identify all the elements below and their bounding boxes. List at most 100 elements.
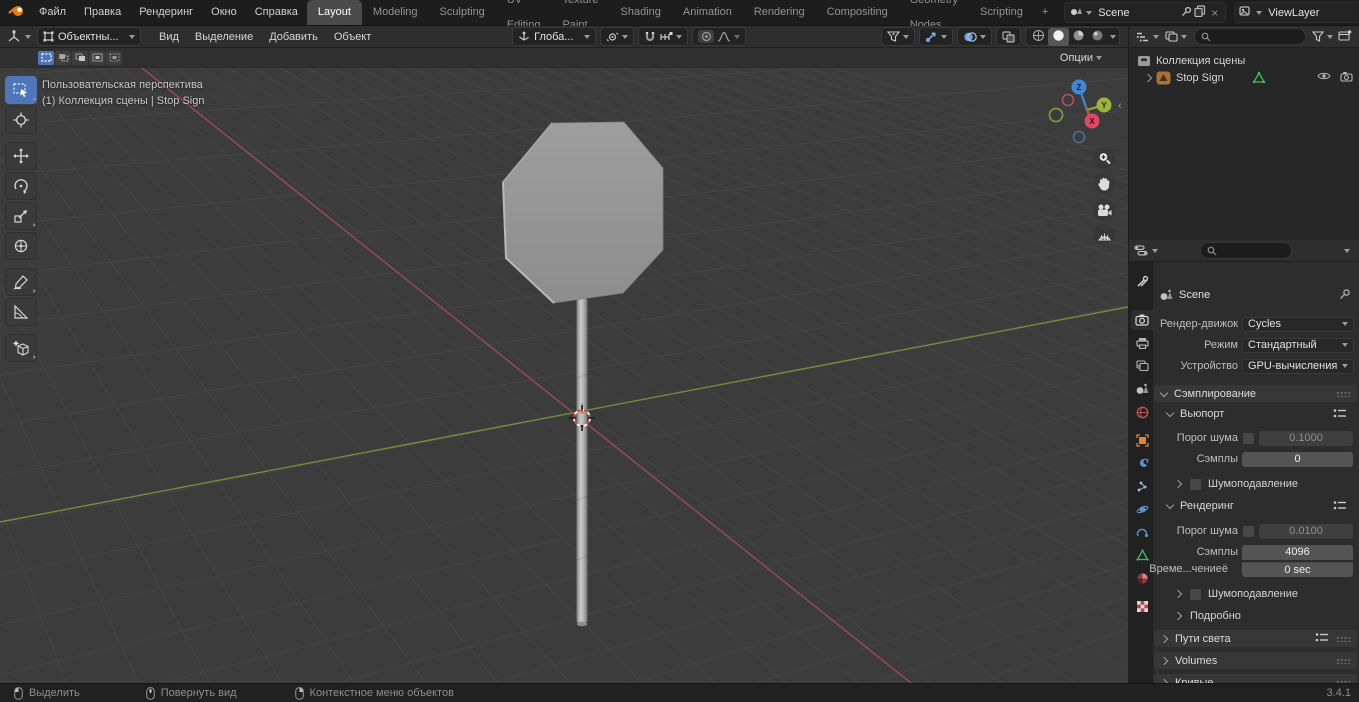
xray-toggle[interactable] [995,27,1021,46]
tab-animation[interactable]: Animation [672,0,743,25]
tab-constraints[interactable] [1131,522,1153,542]
gizmo-neg-z[interactable] [1072,130,1086,144]
advanced-row[interactable]: Подробно [1153,608,1357,624]
tool-move[interactable] [5,142,37,170]
render-preset-icon[interactable] [1333,500,1347,514]
shading-rendered-icon[interactable] [1088,28,1107,46]
display-mode-dropdown[interactable] [1133,31,1162,43]
light-paths-panel-header[interactable]: Пути света [1154,630,1357,647]
editor-type-caret[interactable] [25,34,31,39]
filter-images-dropdown[interactable] [1162,31,1190,42]
menu-help[interactable]: Справка [246,0,307,25]
transform-orientation-selector[interactable]: Глоба... [512,27,597,46]
shading-dropdown-caret[interactable] [1109,34,1116,39]
options-dropdown[interactable]: Опции [1060,52,1102,64]
sidebar-toggle[interactable]: ‹ [1118,100,1122,112]
properties-editor-type-dropdown[interactable] [1134,244,1158,257]
tab-compositing[interactable]: Compositing [816,0,899,25]
sampling-panel-header[interactable]: Сэмплирование [1154,385,1357,402]
tool-select-box[interactable] [5,76,37,104]
render-subpanel-header[interactable]: Рендеринг [1165,500,1234,512]
gizmo-y-axis[interactable]: Y [1096,97,1112,113]
light-paths-preset-icon[interactable] [1315,632,1329,646]
tab-scripting[interactable]: Scripting [969,0,1034,25]
proportional-editing-control[interactable] [692,27,747,46]
viewlayer-name[interactable]: ViewLayer [1262,7,1359,19]
render-samples-value[interactable]: 4096 [1242,544,1353,560]
tool-add-cube[interactable] [5,334,37,362]
viewport-subpanel-header[interactable]: Вьюпорт [1165,408,1224,420]
tool-transform[interactable] [5,232,37,260]
gizmo-neg-x[interactable] [1061,93,1075,107]
device-select[interactable]: GPU-вычисления [1242,358,1354,374]
tab-shading[interactable]: Shading [610,0,672,25]
menu-add[interactable]: Добавить [261,31,326,43]
gizmo-neg-y[interactable] [1048,107,1064,123]
new-scene-icon[interactable] [1194,5,1206,20]
outliner-search-input[interactable] [1194,28,1306,45]
volumes-panel-header[interactable]: Volumes [1154,652,1357,669]
tab-modifiers[interactable] [1131,453,1153,473]
menu-window[interactable]: Окно [202,0,246,25]
mode-selector[interactable]: Объектны... [37,27,141,46]
perspective-toggle-icon[interactable] [1093,223,1115,245]
tab-physics[interactable] [1131,499,1153,519]
viewport-denoise-row[interactable]: Шумоподавление [1153,476,1357,492]
scene-name[interactable]: Scene [1092,7,1181,19]
navigation-gizmo[interactable]: Z Y X [1047,70,1127,150]
object-row[interactable]: Stop Sign [1129,69,1359,86]
tab-rendering[interactable]: Rendering [743,0,816,25]
zoom-view-icon[interactable] [1093,147,1115,169]
tool-annotate[interactable] [5,268,37,296]
tab-render[interactable] [1131,310,1153,330]
editor-type-icon[interactable] [7,29,22,45]
tab-modeling[interactable]: Modeling [362,0,429,25]
shading-wireframe-icon[interactable] [1029,28,1048,46]
select-mode-subtract[interactable] [72,50,88,65]
viewport-preset-icon[interactable] [1333,408,1347,422]
tool-measure[interactable] [5,298,37,326]
pivot-point-selector[interactable] [600,27,635,46]
gizmos-toggle[interactable] [918,27,953,46]
properties-options-caret[interactable] [1344,248,1350,253]
new-collection-button[interactable] [1335,29,1355,44]
shading-solid-icon[interactable] [1047,27,1069,46]
tab-data[interactable] [1131,545,1153,565]
tab-object[interactable] [1131,430,1153,450]
viewport-samples-value[interactable]: 0 [1242,451,1353,467]
tool-scale[interactable] [5,202,37,230]
render-denoise-row[interactable]: Шумоподавление [1153,586,1357,602]
tab-texture[interactable] [1131,596,1153,616]
tab-output[interactable] [1131,333,1153,353]
gizmo-z-axis[interactable]: Z [1071,79,1087,95]
visibility-dropdown[interactable] [880,27,915,46]
sign-pole[interactable] [576,298,588,627]
menu-file[interactable]: Файл [30,0,75,25]
feature-set-select[interactable]: Стандартный [1242,337,1354,353]
outliner-filter-dropdown[interactable] [1310,31,1335,42]
tab-layout[interactable]: Layout [306,0,362,25]
pan-view-icon[interactable] [1093,172,1115,194]
select-mode-extend[interactable] [55,50,71,65]
select-mode-intersect[interactable] [106,50,122,65]
shading-material-icon[interactable] [1069,28,1088,46]
time-limit-value[interactable]: 0 sec [1242,561,1353,577]
menu-render[interactable]: Рендеринг [130,0,202,25]
disable-in-render-icon[interactable] [1340,71,1353,85]
camera-view-icon[interactable] [1093,199,1115,221]
tool-rotate[interactable] [5,172,37,200]
unlink-scene-icon[interactable]: × [1208,6,1221,20]
tool-cursor[interactable] [5,106,37,134]
sampling-drag-handle[interactable] [1335,390,1350,397]
select-mode-set[interactable] [38,50,54,65]
pin-icon[interactable] [1181,6,1192,20]
viewport-canvas[interactable]: Пользовательская перспектива (1) Коллекц… [0,48,1128,683]
volumes-drag-handle[interactable] [1335,657,1350,664]
gizmo-x-axis[interactable]: X [1084,113,1100,129]
viewlayer-browse-icon[interactable] [1239,5,1253,20]
menu-object[interactable]: Объект [326,31,379,43]
blender-logo-icon[interactable] [8,4,24,21]
scene-browse-icon[interactable] [1069,5,1083,20]
tab-tool[interactable] [1131,271,1153,291]
snapping-control[interactable] [638,27,689,46]
